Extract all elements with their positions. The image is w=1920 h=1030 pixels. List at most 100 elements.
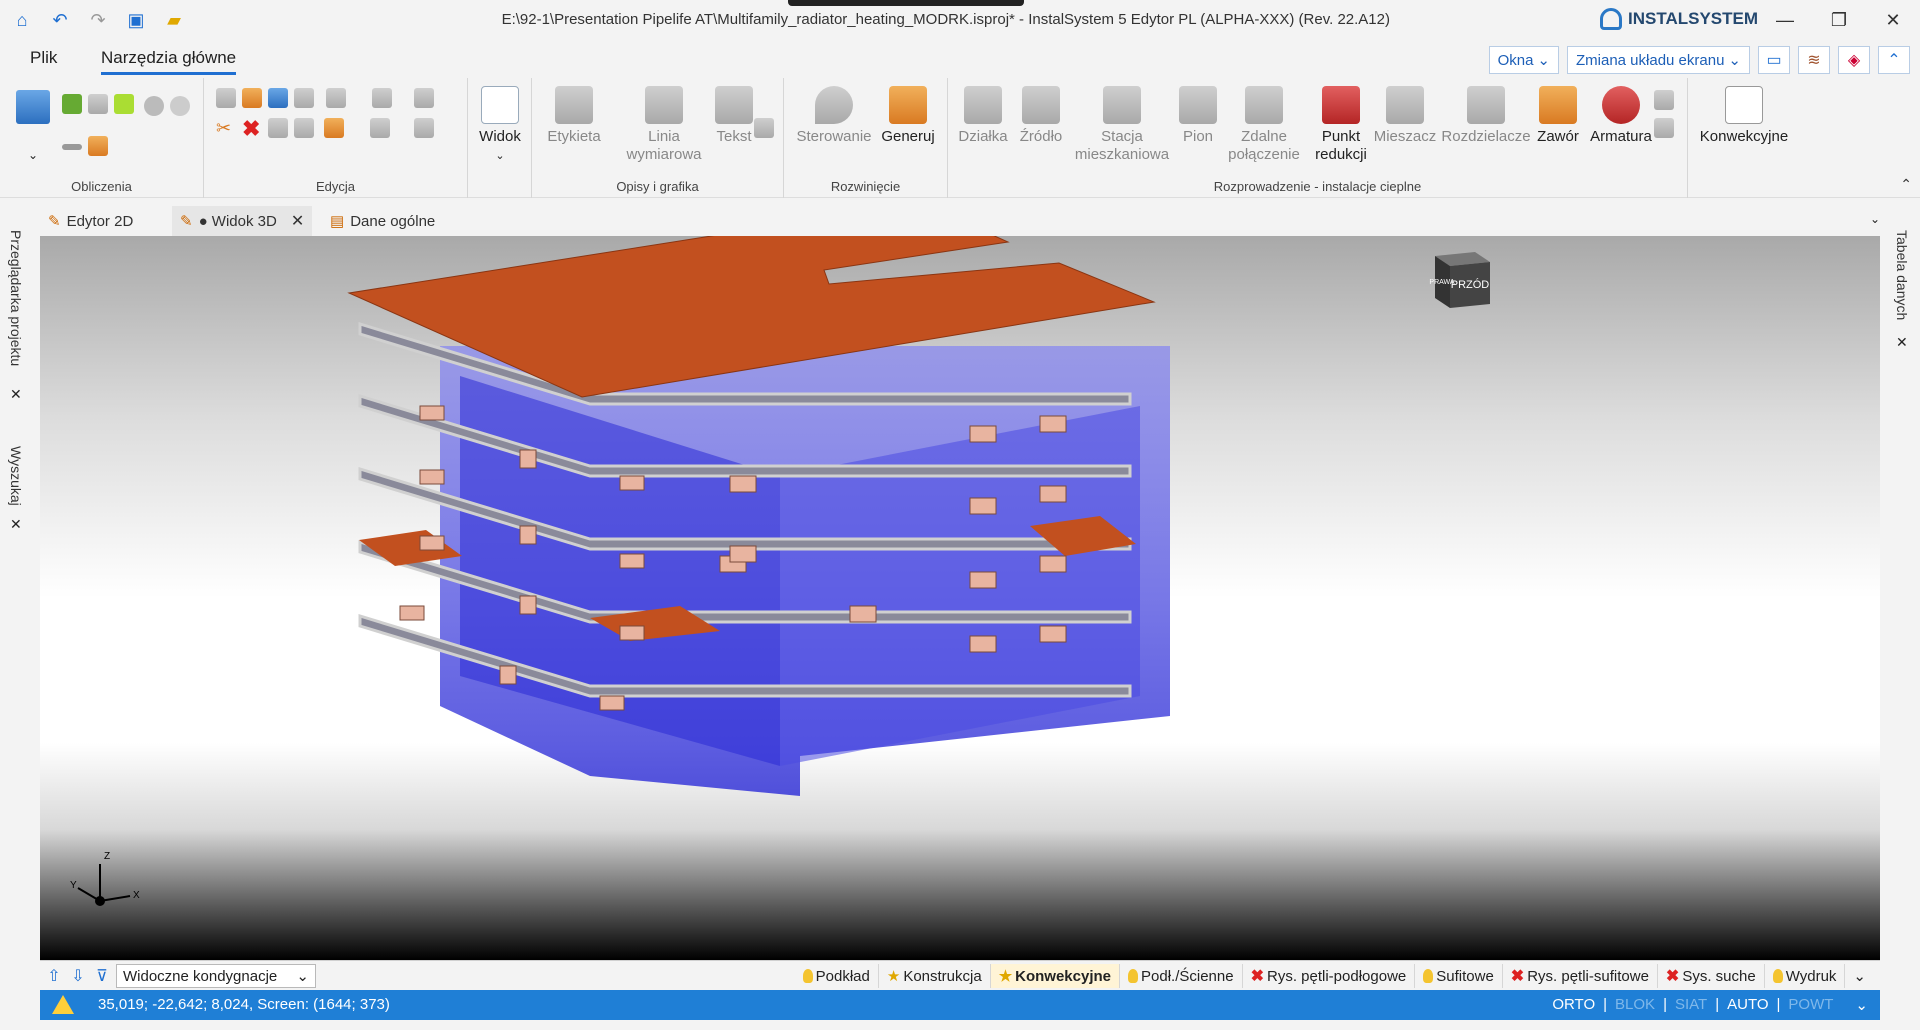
minimize-icon[interactable]: — (1758, 6, 1812, 34)
mode-siat[interactable]: SIAT (1675, 996, 1707, 1014)
layer-konwekcyjne[interactable]: ★ Konwekcyjne (990, 964, 1121, 988)
layer-podl-scienne[interactable]: Podł./Ścienne (1120, 964, 1243, 988)
manifold-small-icon[interactable] (1654, 90, 1674, 110)
layer-label: Wydruk (1785, 967, 1837, 985)
layer-label: Rys. pętli-sufitowe (1527, 967, 1649, 985)
mode-separator: | (1603, 996, 1608, 1013)
axis-y-label: Y (70, 880, 77, 891)
etykieta-button[interactable]: Etykieta (542, 86, 606, 146)
drop-icon[interactable]: ◈ (1838, 46, 1870, 74)
punkt-label-1: Punkt (1321, 128, 1361, 145)
close-window-icon[interactable]: ✕ (1866, 6, 1920, 34)
tab-edytor-2d[interactable]: ✎ Edytor 2D (40, 206, 141, 236)
star-icon: ★ (998, 968, 1013, 985)
rozdzielacze-button[interactable]: Rozdzielacze (1436, 86, 1536, 146)
close-icon[interactable]: ✕ (10, 516, 22, 533)
floor-down-icon[interactable]: ⇩ (68, 965, 88, 987)
ribbon: ⌄ Obliczenia ✂ ✖ Edycja Widok ⌄ Etykieta … (0, 78, 1920, 198)
select-icon[interactable] (294, 88, 314, 108)
split-icon[interactable] (326, 88, 346, 108)
layout-dropdown[interactable]: Zmiana układu ekranu ⌄ (1567, 46, 1750, 74)
layers-more[interactable]: ⌄ (1845, 964, 1874, 988)
layers-icon[interactable] (372, 88, 392, 108)
project-browser-tab[interactable]: Przeglądarka projektu (8, 230, 24, 366)
delete-icon[interactable]: ✖ (242, 116, 262, 141)
undo-icon[interactable] (268, 88, 288, 108)
collapse-ribbon-icon[interactable]: ⌃ (1900, 176, 1912, 193)
cut-icon[interactable]: ✂ (216, 118, 236, 138)
close-icon[interactable]: ✕ (10, 386, 22, 403)
redo-icon[interactable] (268, 118, 288, 138)
drop-alt-icon[interactable] (170, 96, 190, 116)
paste-icon[interactable] (242, 88, 262, 108)
search-tab[interactable]: Wyszukaj (8, 446, 24, 506)
chevron-down-icon[interactable]: ⌄ (1855, 996, 1868, 1014)
warning-icon[interactable] (52, 995, 74, 1014)
building-icon[interactable] (88, 94, 108, 114)
tab-widok-3d[interactable]: ✎ ● Widok 3D ✕ (172, 206, 313, 236)
copy-icon[interactable] (216, 88, 236, 108)
drop-icon[interactable] (144, 96, 164, 116)
tab-plik[interactable]: Plik (30, 48, 57, 68)
layer-wydruk[interactable]: Wydruk (1765, 964, 1846, 988)
floor-up-icon[interactable]: ⇧ (44, 965, 64, 987)
layer-konstrukcja[interactable]: ★ Konstrukcja (879, 964, 991, 988)
zawor-button[interactable]: Zawór (1532, 86, 1584, 146)
connect-icon[interactable] (324, 118, 344, 138)
grid-icon[interactable] (62, 94, 82, 114)
sterowanie-button[interactable]: Sterowanie (794, 86, 874, 146)
selection-frame-icon[interactable] (414, 118, 434, 138)
mode-auto[interactable]: AUTO (1727, 996, 1768, 1014)
mode-blok[interactable]: BLOK (1615, 996, 1655, 1014)
calculator-icon[interactable] (16, 90, 50, 124)
restore-icon[interactable]: ❐ (1812, 6, 1866, 34)
chevron-down-icon[interactable]: ⌄ (28, 148, 38, 162)
heatmap-icon[interactable] (114, 94, 134, 114)
mode-orto[interactable]: ORTO (1552, 996, 1595, 1014)
collapse-up-icon[interactable]: ⌃ (1878, 46, 1910, 74)
generuj-button[interactable]: Generuj (878, 86, 938, 146)
data-table-tab[interactable]: Tabela danych (1894, 230, 1910, 320)
export-icon[interactable] (1654, 118, 1674, 138)
layer-label: Sufitowe (1436, 967, 1494, 985)
layer-podklad[interactable]: Podkład (795, 964, 879, 988)
rotate-icon[interactable] (370, 118, 390, 138)
dzialka-button[interactable]: Działka (958, 86, 1008, 146)
close-icon[interactable]: ✕ (291, 211, 304, 231)
viewport-3d[interactable]: PRZÓD PRAWA Z X Y (40, 236, 1880, 960)
mieszacz-button[interactable]: Mieszacz (1368, 86, 1442, 146)
align-icon[interactable] (414, 88, 434, 108)
linia-wymiarowa-button[interactable]: Linia wymiarowa (622, 86, 706, 164)
dimension-line-icon (645, 86, 683, 124)
pion-button[interactable]: Pion (1176, 86, 1220, 146)
zdalne-button[interactable]: Zdalne połączenie (1224, 86, 1304, 164)
mode-powt[interactable]: POWT (1788, 996, 1833, 1014)
close-icon[interactable]: ✕ (1896, 334, 1908, 351)
screen-icon[interactable]: ▭ (1758, 46, 1790, 74)
stacja-label-1: Stacja (1101, 128, 1143, 145)
widok-button[interactable]: Widok ⌄ (478, 86, 522, 165)
table-icon[interactable] (754, 118, 774, 138)
layer-sys-suche[interactable]: ✖ Sys. suche (1658, 964, 1765, 988)
view-cube[interactable]: PRZÓD PRAWA (1429, 252, 1490, 308)
database-icon[interactable]: ≋ (1798, 46, 1830, 74)
chevron-down-icon[interactable]: ⌄ (1870, 212, 1880, 226)
okna-dropdown[interactable]: Okna ⌄ (1488, 46, 1559, 74)
tekst-button[interactable]: Tekst (712, 86, 756, 146)
armatura-button[interactable]: Armatura (1584, 86, 1658, 146)
layer-rys-petli-sufitowe[interactable]: ✖ Rys. pętli-sufitowe (1503, 964, 1658, 988)
text-icon (715, 86, 753, 124)
line-icon[interactable] (62, 144, 82, 150)
edit-table-icon[interactable] (88, 136, 108, 156)
layer-sufitowe[interactable]: Sufitowe (1415, 964, 1503, 988)
layer-rys-petli-podlogowe[interactable]: ✖ Rys. pętli-podłogowe (1243, 964, 1416, 988)
filter-icon[interactable]: ⊽ (92, 965, 112, 987)
tab-dane-ogolne[interactable]: ▤ Dane ogólne (322, 206, 443, 236)
punkt-redukcji-button[interactable]: Punkt redukcji (1308, 86, 1374, 164)
tab-narzedzia-glowne[interactable]: Narzędzia główne (101, 48, 237, 75)
move-icon[interactable] (294, 118, 314, 138)
konwekcyjne-button[interactable]: Konwekcyjne (1698, 86, 1790, 146)
stacja-button[interactable]: Stacja mieszkaniowa (1072, 86, 1172, 164)
visible-floors-dropdown[interactable]: Widoczne kondygnacje ⌄ (116, 964, 316, 988)
zrodlo-button[interactable]: Źródło (1016, 86, 1066, 146)
